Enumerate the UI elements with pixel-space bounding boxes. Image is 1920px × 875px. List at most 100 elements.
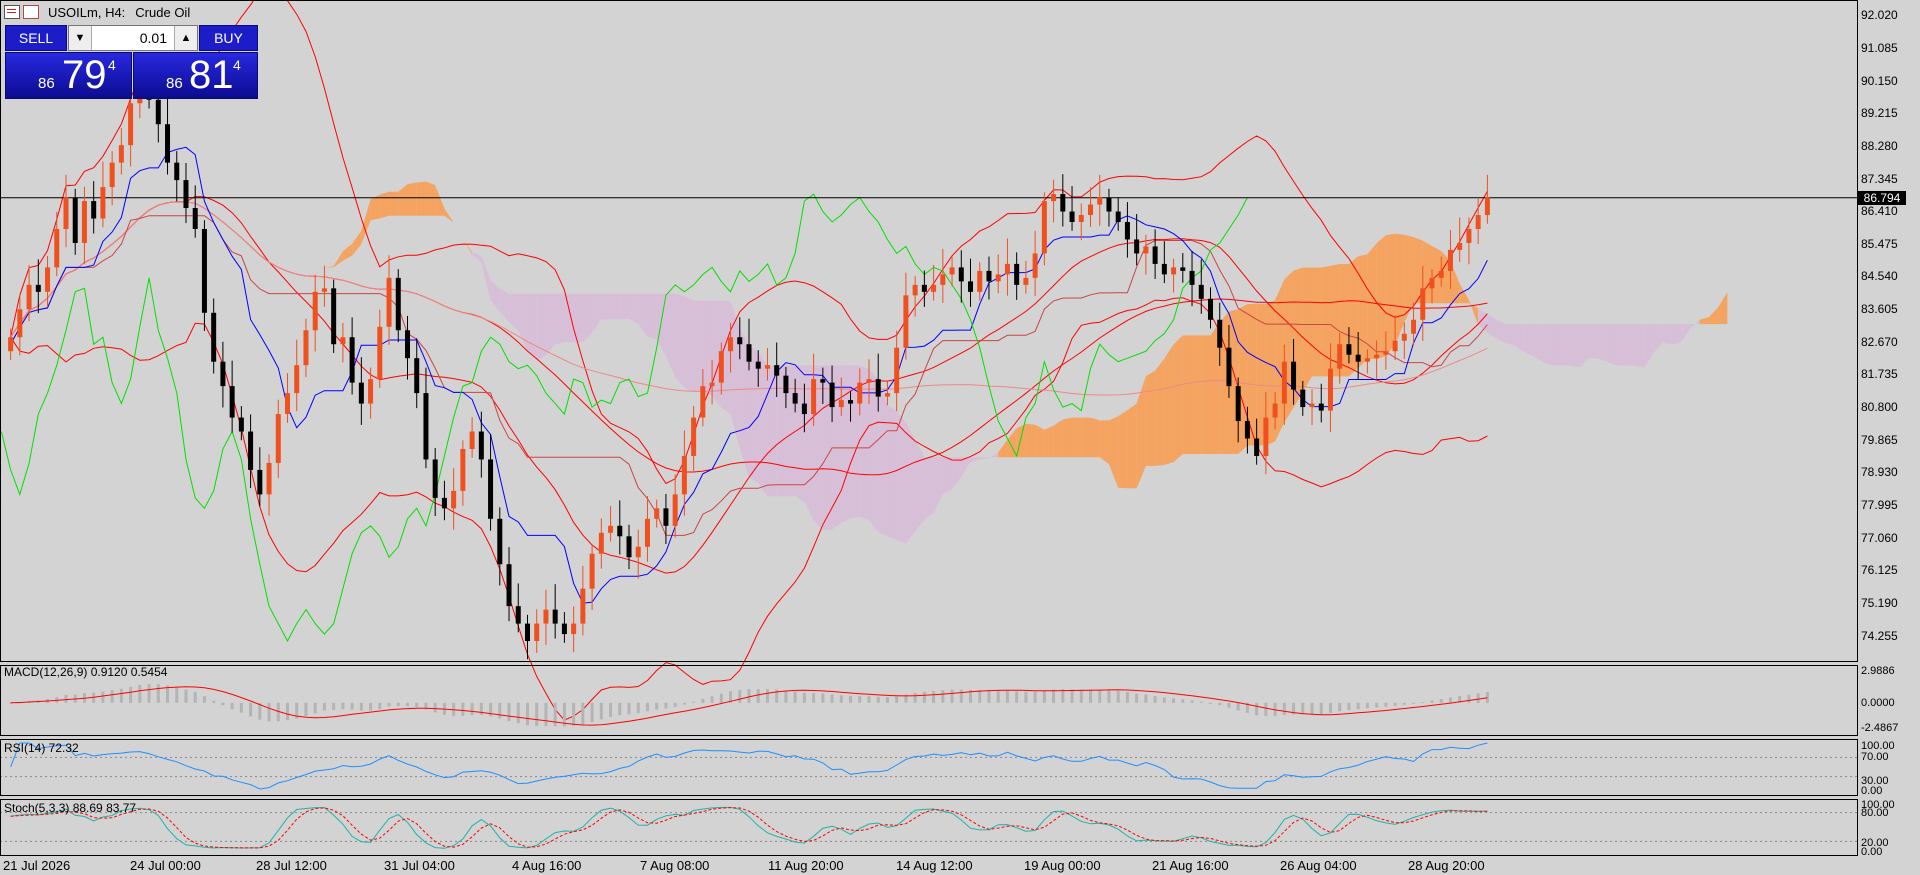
cloud-bear-segment bbox=[490, 279, 500, 312]
candle-body bbox=[783, 375, 789, 394]
cloud-bull-segment bbox=[1127, 403, 1137, 489]
cloud-bear-segment bbox=[1570, 324, 1580, 368]
candle-body bbox=[45, 267, 51, 292]
chart-window-icon[interactable] bbox=[23, 5, 39, 19]
macd-histogram-bar bbox=[516, 702, 520, 724]
cloud-bear-segment bbox=[767, 365, 777, 497]
candle-body bbox=[109, 162, 115, 188]
price-tick-label: 89.215 bbox=[1861, 106, 1898, 121]
cloud-bear-segment bbox=[1542, 324, 1552, 366]
macd-histogram-bar bbox=[867, 696, 871, 703]
candle-body bbox=[543, 609, 549, 624]
cloud-bull-segment bbox=[1053, 419, 1063, 458]
candle-body bbox=[968, 281, 974, 292]
candle-body bbox=[1198, 284, 1204, 299]
chart-canvas[interactable] bbox=[0, 0, 1920, 875]
candle-body bbox=[1078, 215, 1084, 222]
lot-decrease-icon[interactable]: ▼ bbox=[69, 26, 92, 50]
cloud-bear-segment bbox=[795, 365, 805, 502]
cloud-bear-segment bbox=[952, 457, 962, 490]
macd-histogram-bar bbox=[489, 702, 493, 717]
macd-histogram-bar bbox=[627, 702, 631, 715]
candle-body bbox=[755, 361, 761, 369]
candle-body bbox=[1411, 319, 1417, 334]
price-tick-label: 81.735 bbox=[1861, 367, 1898, 382]
cloud-bear-segment bbox=[610, 293, 620, 320]
macd-histogram-bar bbox=[1079, 689, 1083, 703]
macd-histogram-bar bbox=[959, 689, 963, 703]
macd-histogram-bar bbox=[581, 702, 585, 725]
macd-histogram-bar bbox=[64, 694, 68, 703]
cloud-bear-segment bbox=[601, 293, 611, 320]
price-tick-label: 83.605 bbox=[1861, 302, 1898, 317]
candle-body bbox=[257, 469, 263, 495]
macd-histogram-bar bbox=[525, 702, 529, 726]
cloud-bull-segment bbox=[1173, 335, 1183, 463]
lot-size-value[interactable]: 0.01 bbox=[93, 26, 173, 50]
candle-body bbox=[626, 536, 632, 558]
sell-button[interactable]: SELL bbox=[5, 25, 67, 51]
macd-histogram-bar bbox=[821, 693, 825, 703]
candle-body bbox=[460, 448, 466, 491]
cloud-bull-segment bbox=[1155, 358, 1165, 466]
cloud-bear-segment bbox=[592, 293, 602, 333]
candle-body bbox=[229, 386, 235, 418]
macd-histogram-bar bbox=[609, 702, 613, 718]
macd-histogram-bar bbox=[1172, 698, 1176, 703]
macd-histogram-bar bbox=[839, 695, 843, 703]
cloud-bear-segment bbox=[970, 457, 980, 463]
buy-button[interactable]: BUY bbox=[199, 25, 258, 51]
macd-histogram-bar bbox=[802, 692, 806, 703]
candle-body bbox=[1337, 344, 1343, 369]
macd-histogram-bar bbox=[119, 688, 123, 703]
candle-body bbox=[211, 312, 217, 362]
cloud-bear-segment bbox=[1515, 324, 1525, 353]
candle-body bbox=[1346, 344, 1352, 355]
ask-quote[interactable]: 86 81 4 bbox=[133, 52, 258, 99]
bid-price-prefix: 86 bbox=[38, 75, 55, 92]
cloud-bear-segment bbox=[1644, 324, 1654, 369]
cloud-bear-segment bbox=[555, 293, 565, 345]
lot-increase-icon[interactable]: ▲ bbox=[174, 26, 197, 50]
candle-body bbox=[404, 330, 410, 359]
macd-histogram-bar bbox=[1236, 702, 1240, 711]
cloud-bear-segment bbox=[1625, 324, 1636, 366]
macd-histogram-bar bbox=[1015, 691, 1019, 703]
candle-body bbox=[912, 284, 918, 296]
indicator-level-label: -2.4867 bbox=[1861, 722, 1899, 734]
macd-histogram-bar bbox=[249, 702, 253, 717]
time-tick-label: 24 Jul 00:00 bbox=[130, 858, 201, 873]
macd-histogram-bar bbox=[332, 702, 336, 711]
macd-histogram-bar bbox=[682, 702, 686, 705]
candle-body bbox=[1032, 253, 1038, 278]
chart-list-icon[interactable] bbox=[4, 5, 20, 19]
cloud-bull-segment bbox=[1062, 417, 1073, 458]
cloud-bull-segment bbox=[370, 194, 380, 221]
cloud-bear-segment bbox=[1607, 324, 1617, 366]
macd-histogram-bar bbox=[692, 701, 696, 703]
macd-histogram-bar bbox=[1098, 689, 1102, 703]
cloud-bear-segment bbox=[1598, 324, 1608, 362]
candle-body bbox=[386, 277, 392, 327]
candle-body bbox=[1272, 403, 1278, 418]
cloud-bull-segment bbox=[425, 181, 436, 216]
macd-histogram-bar bbox=[1153, 695, 1157, 703]
lot-size-field[interactable]: ▼ 0.01 ▲ bbox=[68, 25, 198, 51]
candle-body bbox=[1004, 263, 1010, 275]
sub-window-frame bbox=[0, 739, 1858, 796]
bid-quote[interactable]: 86 79 4 bbox=[5, 52, 132, 99]
cloud-bull-segment bbox=[1312, 267, 1322, 377]
candle-body bbox=[1466, 228, 1472, 243]
macd-histogram-bar bbox=[175, 687, 179, 703]
indicator-level-label: 2.9886 bbox=[1861, 665, 1895, 677]
cloud-bull-segment bbox=[998, 439, 1008, 458]
cloud-bear-segment bbox=[730, 301, 740, 449]
macd-histogram-bar bbox=[304, 702, 308, 717]
cloud-bull-segment bbox=[269, 309, 279, 313]
cloud-bull-segment bbox=[1182, 335, 1193, 455]
candle-body bbox=[63, 197, 69, 229]
indicator-level-label: 70.00 bbox=[1861, 751, 1889, 763]
cloud-bear-segment bbox=[1588, 324, 1599, 359]
macd-histogram-bar bbox=[655, 702, 659, 710]
candle-body bbox=[764, 365, 770, 369]
